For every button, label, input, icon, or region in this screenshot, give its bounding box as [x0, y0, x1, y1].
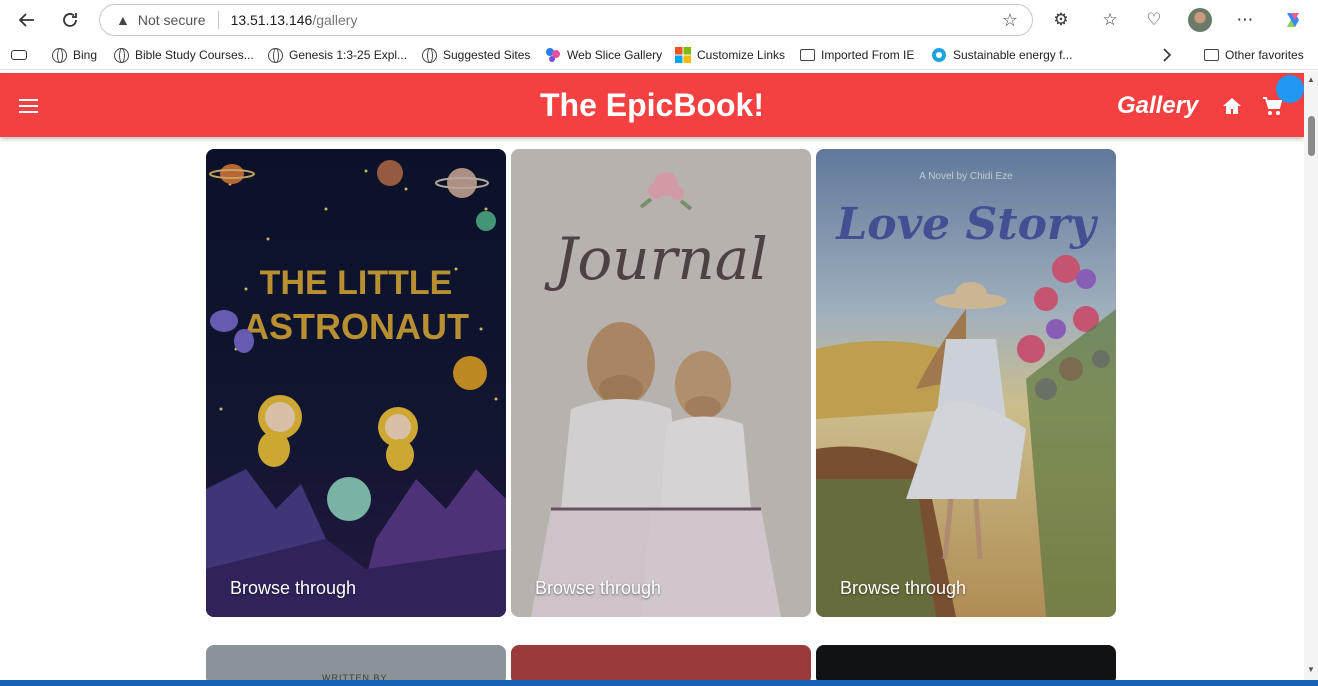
folder-icon — [800, 49, 815, 61]
bookmark-label: Bing — [73, 48, 98, 62]
page-content: The EpicBook! Gallery THE LITTLE ASTRONA… — [0, 71, 1304, 686]
cart-badge — [1276, 75, 1304, 103]
bookmark-label: Other favorites — [1225, 48, 1304, 62]
bookmark-label: Genesis 1:3-25 Expl... — [289, 48, 408, 62]
refresh-button[interactable] — [56, 6, 84, 34]
bookmark-imported-from-ie[interactable]: Imported From IE — [800, 46, 914, 64]
globe-icon — [422, 47, 437, 63]
arrow-left-icon — [18, 13, 34, 27]
bookmark-sustainable-energy[interactable]: Sustainable energy f... — [931, 46, 1072, 64]
browse-through-label[interactable]: Browse through — [535, 578, 661, 599]
page-scrollbar[interactable]: ▲ ▼ — [1304, 71, 1318, 686]
book-card-little-astronaut[interactable]: THE LITTLE ASTRONAUT Browse through — [206, 149, 506, 617]
warning-icon: ▲ — [116, 12, 130, 28]
bookmark-web-slice[interactable]: Web Slice Gallery — [545, 46, 662, 64]
scroll-up-arrow-icon[interactable]: ▲ — [1307, 75, 1315, 84]
favorite-star-icon[interactable]: ☆ — [1002, 10, 1018, 31]
book-card-row2-1[interactable]: WRITTEN BY — [206, 645, 506, 685]
bookmark-label: Customize Links — [697, 48, 786, 62]
web-icon — [932, 48, 946, 62]
home-icon[interactable] — [1221, 95, 1243, 117]
bookmark-customize-links[interactable]: Customize Links — [675, 46, 785, 64]
bookmark-label: Bible Study Courses... — [135, 48, 254, 62]
bookmark-other-favorites[interactable]: Other favorites — [1204, 46, 1304, 64]
book-card-love-story[interactable]: A Novel by Chidi Eze Love Story Browse t… — [816, 149, 1116, 617]
book-cover-image: Journal — [511, 149, 811, 617]
nav-gallery-link[interactable]: Gallery — [1117, 92, 1198, 120]
windows-logo-icon — [675, 47, 691, 63]
extensions-icon[interactable]: ⚙ — [1049, 8, 1073, 32]
profile-avatar[interactable] — [1188, 8, 1212, 32]
book-card-row2-3[interactable] — [816, 645, 1116, 685]
bookmark-suggested-sites[interactable]: Suggested Sites — [422, 46, 530, 64]
refresh-icon — [63, 13, 77, 27]
back-button[interactable] — [13, 6, 41, 34]
browser-essentials-icon[interactable]: ♡ — [1142, 8, 1166, 32]
bookmark-label: Suggested Sites — [443, 48, 531, 62]
globe-icon — [268, 47, 283, 63]
scrollbar-thumb[interactable] — [1308, 116, 1315, 156]
browse-through-label[interactable]: Browse through — [840, 578, 966, 599]
favorites-bar: Bing Bible Study Courses... Genesis 1:3-… — [0, 40, 1318, 70]
more-menu-icon[interactable]: ⋯ — [1233, 8, 1257, 32]
globe-icon — [114, 47, 129, 63]
bookmark-bing[interactable]: Bing — [52, 46, 97, 64]
browser-toolbar: ▲ Not secure 13.51.13.146/gallery ☆ ⚙ ☆ … — [0, 0, 1318, 40]
security-status: Not secure — [137, 12, 206, 28]
book-card-row2-2[interactable] — [511, 645, 811, 685]
browse-through-label[interactable]: Browse through — [230, 578, 356, 599]
bookmark-genesis[interactable]: Genesis 1:3-25 Expl... — [268, 46, 407, 64]
folder-icon — [1204, 49, 1219, 61]
book-cover-image: A Novel by Chidi Eze Love Story — [816, 149, 1116, 617]
book-card-journal[interactable]: Journal Browse through — [511, 149, 811, 617]
bookmarks-overflow-chevron-icon[interactable] — [1162, 46, 1172, 64]
url-path: /gallery — [312, 12, 358, 28]
site-title[interactable]: The EpicBook! — [0, 87, 1304, 124]
bookmark-label: Web Slice Gallery — [567, 48, 663, 62]
book-cover-image: THE LITTLE ASTRONAUT — [206, 149, 506, 617]
address-bar[interactable]: ▲ Not secure 13.51.13.146/gallery ☆ — [99, 4, 1033, 36]
favorites-icon[interactable]: ☆ — [1098, 8, 1122, 32]
address-divider — [217, 11, 219, 29]
app-header: The EpicBook! Gallery — [0, 73, 1304, 137]
bookmark-label: Imported From IE — [821, 48, 915, 62]
os-taskbar — [0, 680, 1318, 686]
bookmark-bible-study[interactable]: Bible Study Courses... — [114, 46, 254, 64]
tab-actions-icon[interactable] — [11, 46, 27, 64]
scroll-down-arrow-icon[interactable]: ▼ — [1307, 665, 1315, 674]
copilot-icon[interactable] — [1281, 8, 1305, 32]
bookmark-label: Sustainable energy f... — [953, 48, 1073, 62]
globe-icon — [52, 47, 67, 63]
web-slice-icon — [546, 48, 560, 62]
url-host: 13.51.13.146 — [230, 12, 313, 28]
